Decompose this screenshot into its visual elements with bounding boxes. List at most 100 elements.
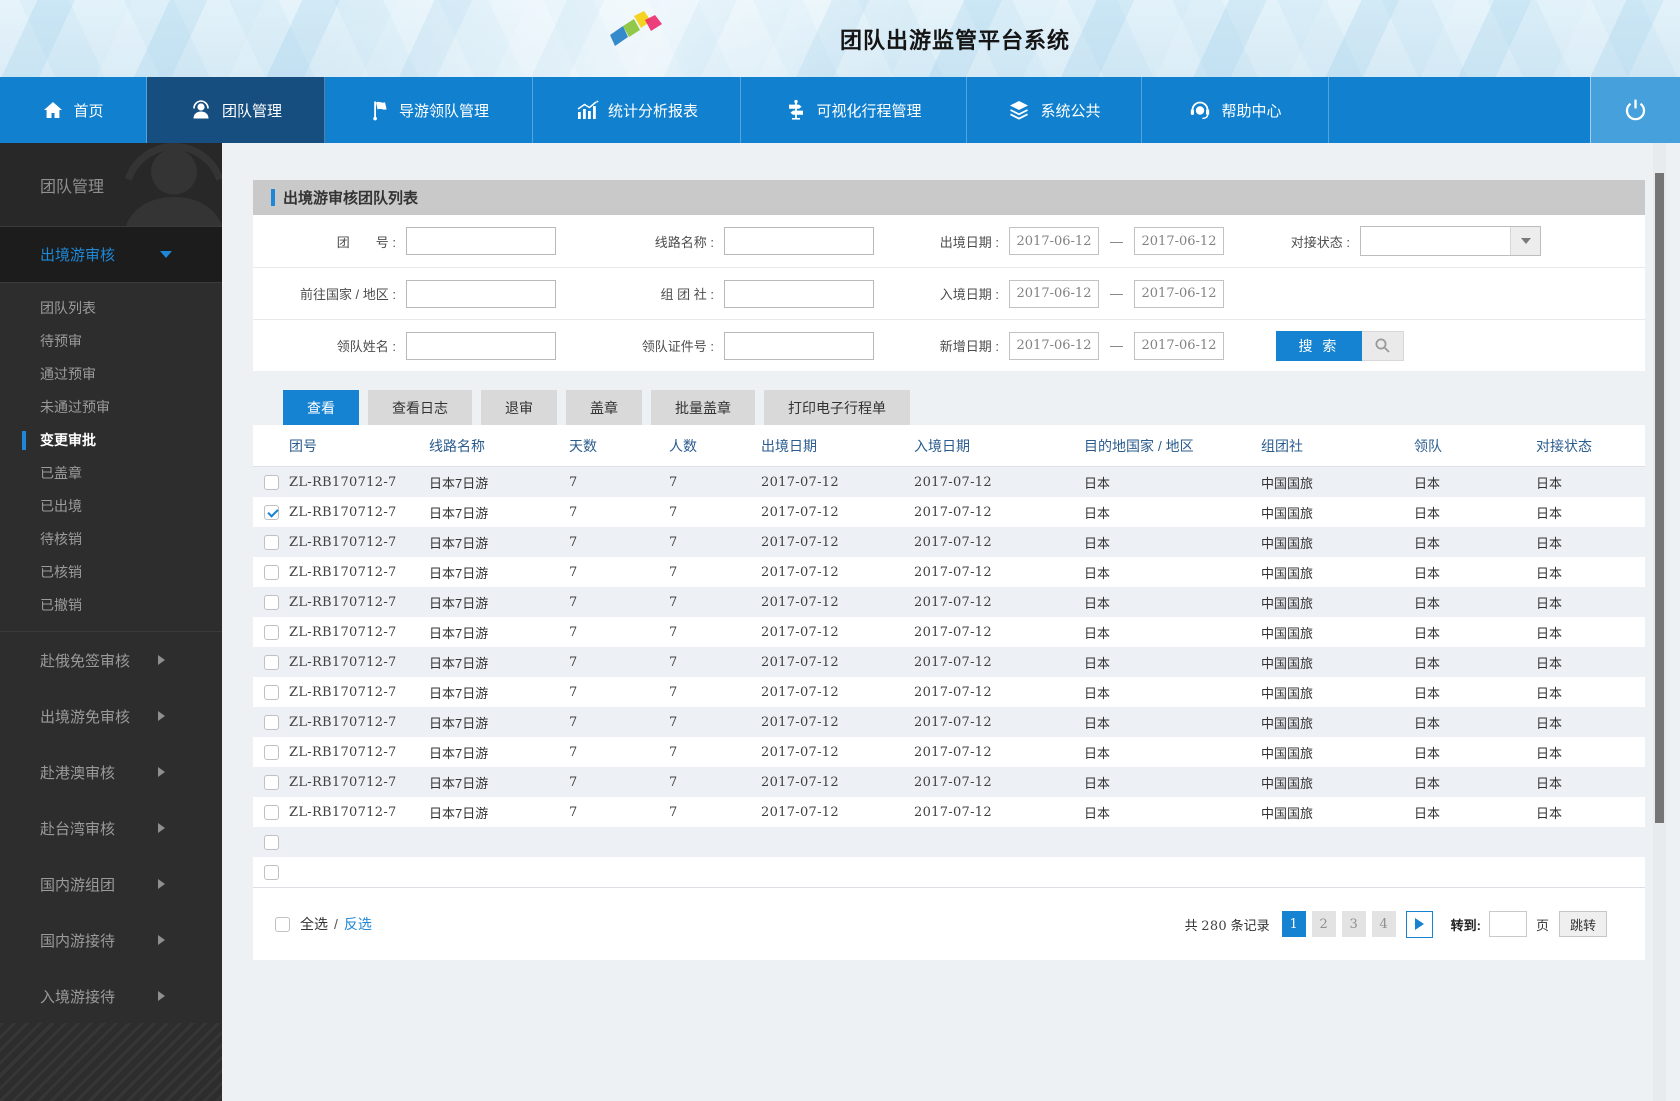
country-input[interactable] [406, 279, 556, 308]
stats-chart-icon [575, 99, 599, 121]
table-cell: 日本 [1414, 715, 1441, 731]
row-checkbox[interactable] [264, 804, 279, 820]
row-checkbox[interactable] [264, 594, 279, 610]
sidebar-subitem-1[interactable]: 团队列表 [0, 292, 222, 325]
table-cell: ZL-RB170712-7 [289, 684, 397, 700]
row-checkbox[interactable] [264, 714, 279, 730]
table-cell: 7 [669, 744, 678, 760]
next-page-button[interactable] [1405, 910, 1433, 938]
toolbar-button-5[interactable]: 批量盖章 [651, 390, 755, 425]
table-cell: 中国国旅 [1261, 805, 1314, 821]
row-checkbox[interactable] [264, 624, 279, 640]
sidebar-group-2[interactable]: 出境游免审核 [0, 688, 222, 744]
sidebar-subitem-10[interactable]: 已撤销 [0, 589, 222, 622]
page-button-4[interactable]: 4 [1371, 911, 1396, 937]
column-header-8: 组团社 [1261, 437, 1303, 454]
sidebar-group-5[interactable]: 国内游组团 [0, 856, 222, 912]
next-arrow-icon [1414, 918, 1424, 930]
entry-date-from-input[interactable] [1009, 279, 1099, 308]
logout-power-button[interactable] [1590, 77, 1680, 143]
row-checkbox[interactable] [264, 834, 279, 850]
panel-title: 出境游审核团队列表 [283, 190, 419, 207]
country-label: 前往国家 / 地区 : [299, 287, 396, 302]
table-cell: ZL-RB170712-7 [289, 804, 397, 820]
table-cell: 日本 [1414, 625, 1441, 641]
sidebar-section-header: 团队管理 [0, 143, 222, 226]
depart-date-to-input[interactable] [1134, 227, 1224, 255]
toolbar-button-6[interactable]: 打印电子行程单 [764, 390, 910, 425]
page-button-3[interactable]: 3 [1341, 911, 1366, 937]
sidebar-subitem-8[interactable]: 待核销 [0, 523, 222, 556]
sidebar-group-3[interactable]: 赴港澳审核 [0, 744, 222, 800]
select-all-label[interactable]: 全选 [300, 914, 328, 934]
sidebar-group-1[interactable]: 赴俄免签审核 [0, 632, 222, 688]
sidebar-subitem-9[interactable]: 已核销 [0, 556, 222, 589]
invert-select-link[interactable]: 反选 [344, 914, 372, 934]
column-header-9: 领队 [1414, 437, 1442, 454]
goto-page-input[interactable] [1488, 911, 1527, 937]
page-button-1[interactable]: 1 [1281, 911, 1306, 937]
column-header-1: 团号 [289, 437, 317, 454]
sidebar-subitem-7[interactable]: 已出境 [0, 490, 222, 523]
depart-date-from-input[interactable] [1009, 227, 1099, 255]
nav-item-help-center[interactable]: 帮助中心 [1142, 77, 1329, 143]
table-cell: 日本7日游 [429, 715, 489, 731]
nav-item-home[interactable]: 首页 [0, 77, 147, 143]
nav-item-itinerary-management[interactable]: 可视化行程管理 [741, 77, 967, 143]
row-checkbox[interactable] [264, 564, 279, 580]
scrollbar-thumb[interactable] [1655, 173, 1664, 823]
toolbar: 查看 查看日志 退审 盖章 批量盖章 打印电子行程单 [283, 390, 910, 425]
row-checkbox[interactable] [264, 864, 279, 880]
toolbar-button-2[interactable]: 查看日志 [368, 390, 472, 425]
table-row: ZL-RB170712-7 日本7日游 7 7 2017-07-12 2017-07-12… [253, 677, 1645, 707]
row-checkbox[interactable] [264, 654, 279, 670]
select-all-checkbox[interactable] [275, 916, 290, 932]
row-checkbox[interactable] [264, 744, 279, 760]
sidebar-group-outbound-review[interactable]: 出境游审核 [0, 226, 222, 283]
table-cell: 日本 [1414, 805, 1441, 821]
leader-id-input[interactable] [724, 331, 874, 360]
nav-item-system-public[interactable]: 系统公共 [967, 77, 1142, 143]
sidebar-subitem-3[interactable]: 通过预审 [0, 358, 222, 391]
nav-item-guide-leader-management[interactable]: 导游领队管理 [325, 77, 533, 143]
entry-date-to-input[interactable] [1134, 279, 1224, 308]
table-cell: 日本7日游 [429, 685, 489, 701]
nav-item-label: 首页 [73, 102, 104, 120]
leader-name-input[interactable] [406, 331, 556, 360]
scrollbar-track[interactable] [1653, 143, 1666, 1101]
row-checkbox[interactable] [264, 684, 279, 700]
column-header-2: 线路名称 [429, 437, 485, 454]
jump-button[interactable]: 跳转 [1559, 911, 1607, 937]
page-button-2[interactable]: 2 [1311, 911, 1336, 937]
row-checkbox[interactable] [264, 474, 279, 490]
sidebar-subitem-4[interactable]: 未通过预审 [0, 391, 222, 424]
sidebar-group-4[interactable]: 赴台湾审核 [0, 800, 222, 856]
table-cell: 7 [569, 684, 578, 700]
nav-item-team-management[interactable]: 团队管理 [147, 77, 325, 143]
toolbar-button-1[interactable]: 查看 [283, 390, 359, 425]
sidebar-group-6[interactable]: 国内游接待 [0, 912, 222, 968]
agency-input[interactable] [724, 279, 874, 308]
sidebar-subitem-5[interactable]: 变更审批 [0, 424, 222, 457]
search-button[interactable]: 搜 索 [1276, 330, 1404, 361]
table-row: ZL-RB170712-7 日本7日游 7 7 2017-07-12 2017-07-12… [253, 707, 1645, 737]
row-checkbox[interactable] [264, 774, 279, 790]
sidebar-group-7[interactable]: 入境游接待 [0, 968, 222, 1024]
toolbar-button-3[interactable]: 退审 [481, 390, 557, 425]
added-date-to-input[interactable] [1134, 331, 1224, 360]
nav-item-stats-reports[interactable]: 统计分析报表 [533, 77, 741, 143]
row-checkbox[interactable] [264, 534, 279, 550]
sidebar-subitem-2[interactable]: 待预审 [0, 325, 222, 358]
added-date-from-input[interactable] [1009, 331, 1099, 360]
toolbar-button-4[interactable]: 盖章 [566, 390, 642, 425]
row-checkbox[interactable] [264, 504, 279, 520]
app-logo-icon [606, 8, 670, 56]
table-cell: ZL-RB170712-7 [289, 474, 397, 490]
table-cell: 日本 [1414, 775, 1441, 791]
table-cell: ZL-RB170712-7 [289, 774, 397, 790]
group-no-input[interactable] [406, 227, 556, 255]
sidebar-subitem-6[interactable]: 已盖章 [0, 457, 222, 490]
table-cell: 2017-07-12 [761, 804, 839, 820]
status-select[interactable] [1360, 226, 1541, 256]
route-name-input[interactable] [724, 227, 874, 255]
